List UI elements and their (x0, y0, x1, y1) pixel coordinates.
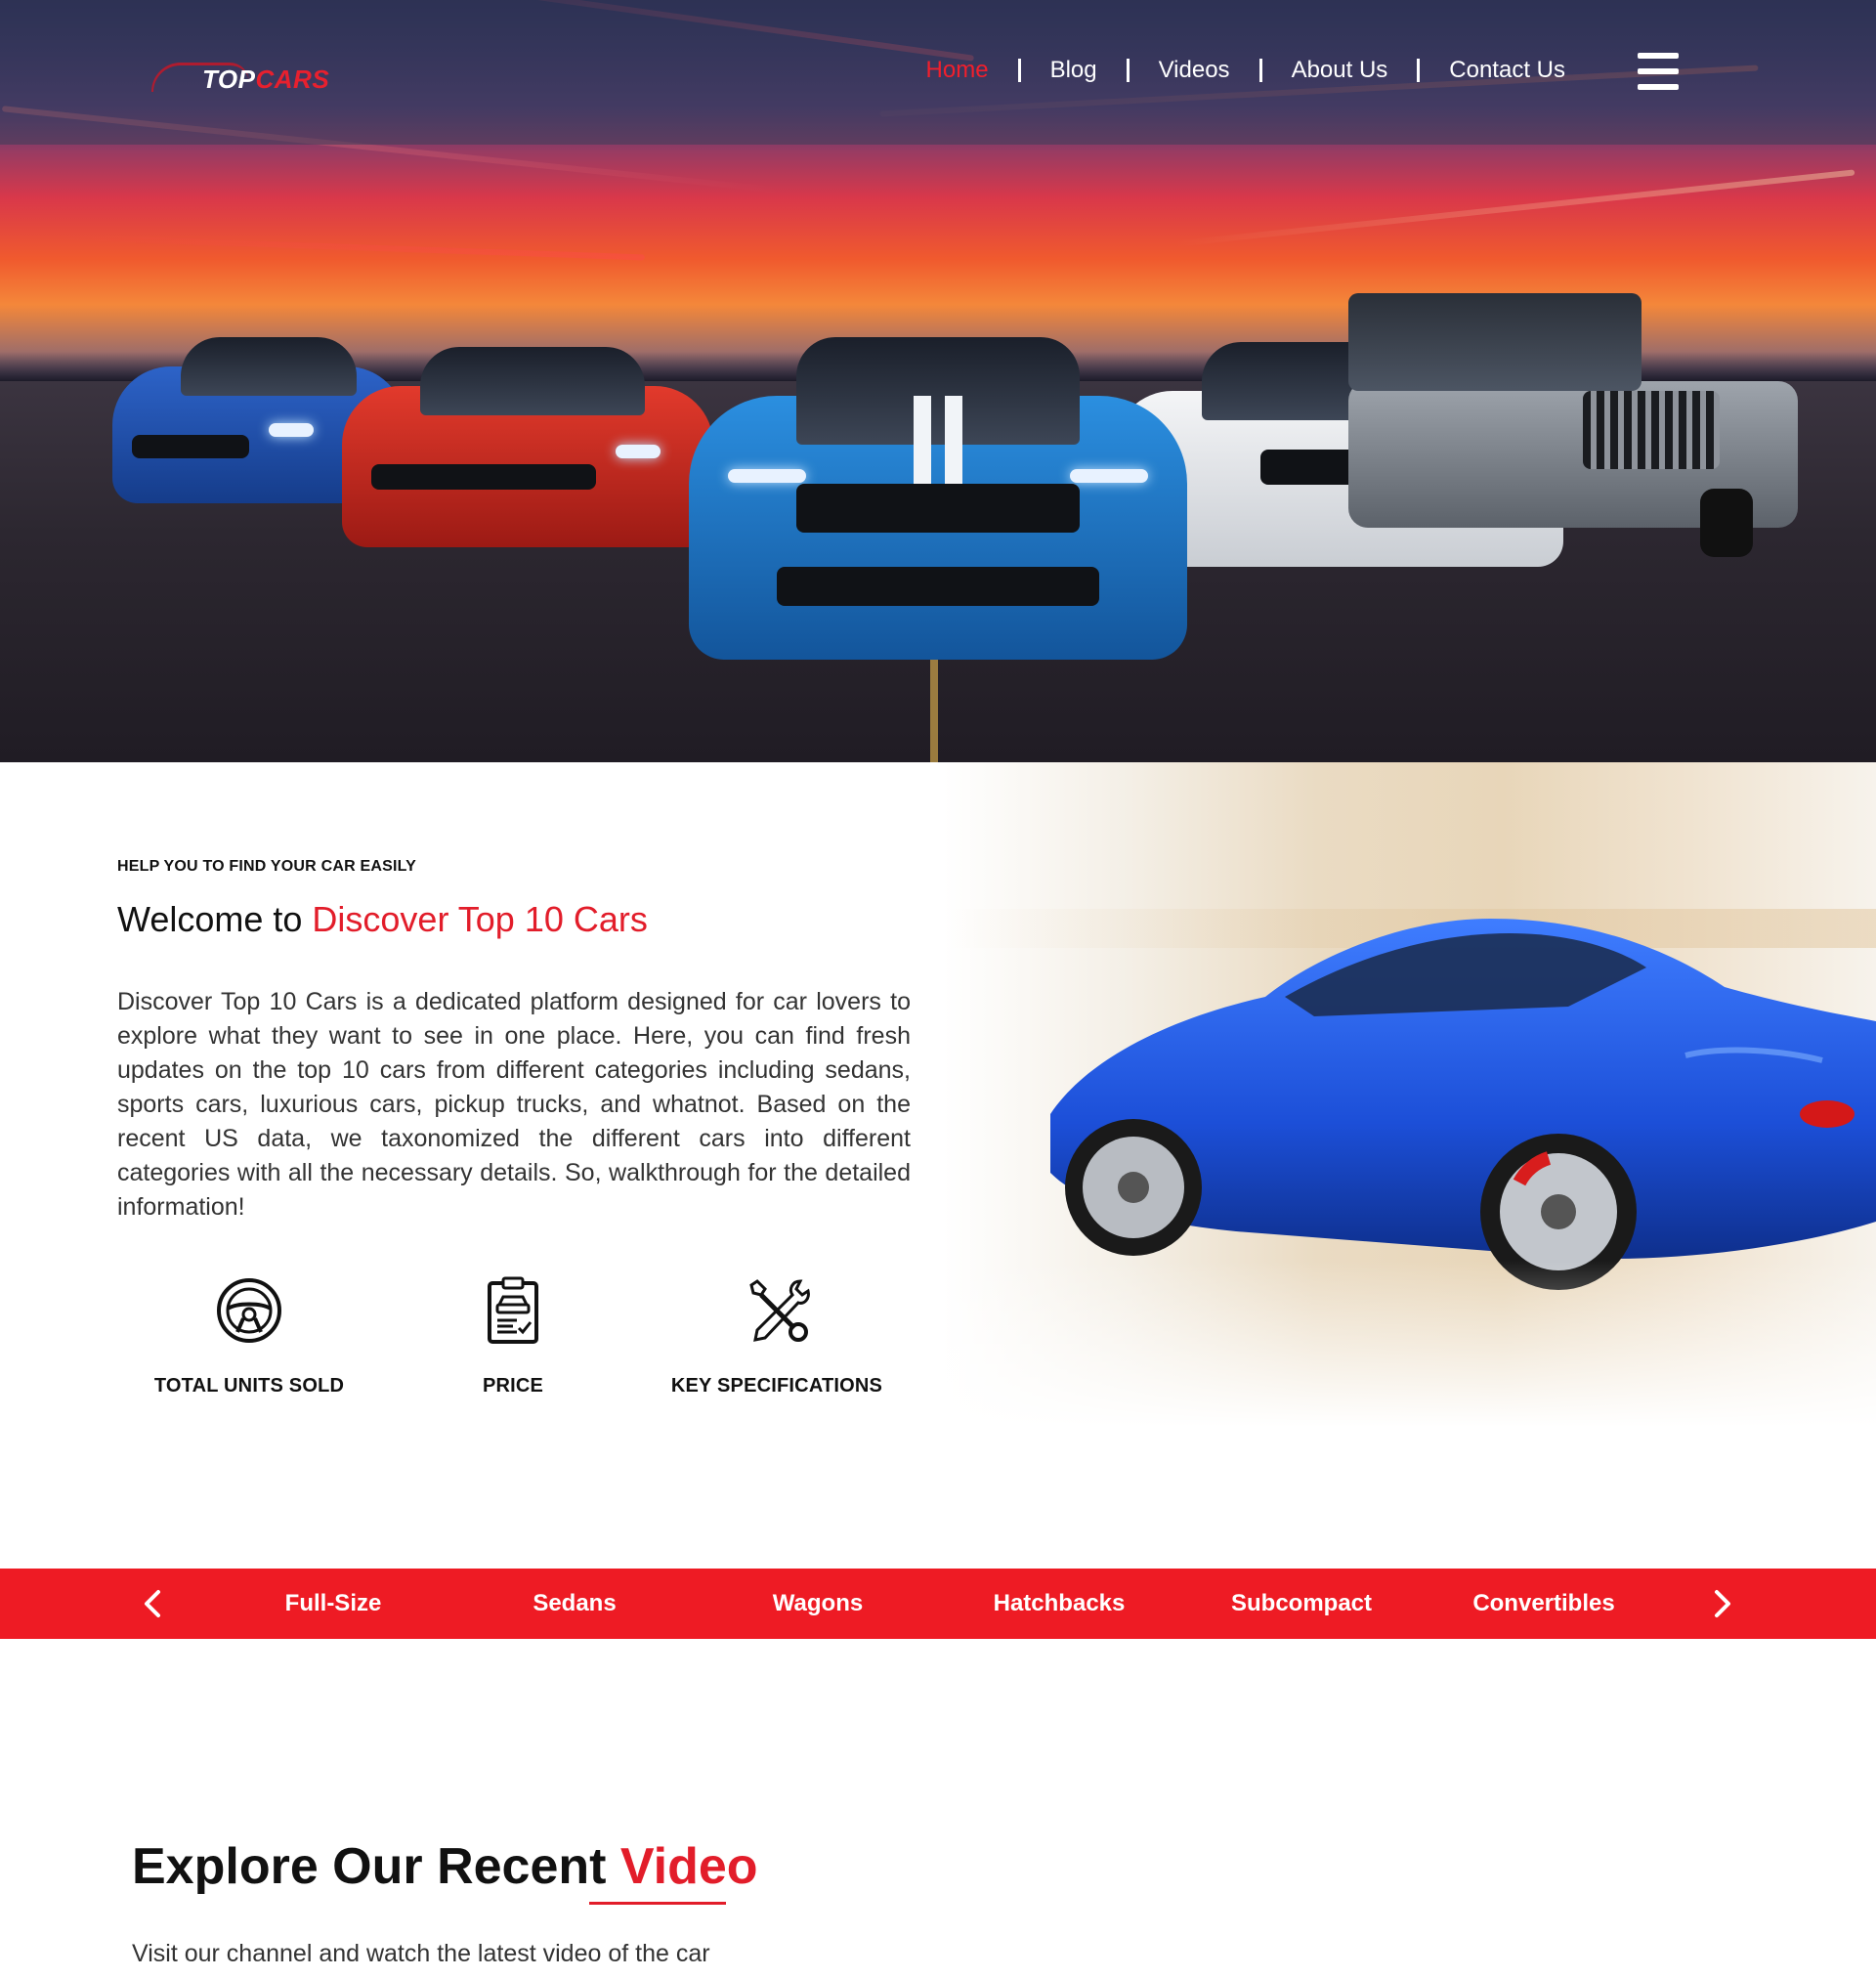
sky-streak (1173, 169, 1855, 247)
car-red-camaro (342, 347, 713, 552)
feature-label: KEY SPECIFICATIONS (670, 1375, 883, 1397)
nav-contact-us[interactable]: Contact Us (1449, 57, 1565, 84)
car-grey-jeep (1329, 293, 1798, 557)
explore-title-underline (589, 1902, 726, 1905)
welcome-title-prefix: Welcome to (117, 899, 313, 939)
main-nav: Home Blog Videos About Us Contact Us (926, 57, 1565, 84)
nav-separator (1126, 59, 1130, 82)
hero-banner: TOPCARS Home Blog Videos About Us Contac… (0, 0, 1876, 762)
explore-video-title: Explore Our Recent Video (132, 1837, 758, 1896)
nav-separator (1258, 59, 1262, 82)
sports-car-image (943, 762, 1876, 1427)
welcome-section: HELP YOU TO FIND YOUR CAR EASILY Welcome… (0, 762, 1876, 1569)
logo-text-cars: CARS (255, 64, 330, 94)
category-wagons[interactable]: Wagons (710, 1590, 925, 1617)
feature-label: TOTAL UNITS SOLD (153, 1375, 345, 1397)
feature-key-specifications: KEY SPECIFICATIONS (650, 1275, 904, 1398)
feature-total-units-sold: TOTAL UNITS SOLD (122, 1275, 376, 1398)
hamburger-menu-icon[interactable] (1638, 53, 1679, 90)
explore-title-accent: Video (619, 1838, 758, 1895)
nav-home[interactable]: Home (926, 57, 989, 84)
welcome-eyebrow: HELP YOU TO FIND YOUR CAR EASILY (117, 858, 417, 875)
category-convertibles[interactable]: Convertibles (1436, 1590, 1651, 1617)
explore-title-prefix: Explore Our Recent (132, 1838, 620, 1895)
feature-label: PRICE (482, 1375, 544, 1397)
category-full-size[interactable]: Full-Size (226, 1590, 441, 1617)
nav-videos[interactable]: Videos (1159, 57, 1230, 84)
steering-wheel-icon (214, 1275, 284, 1346)
feature-price: PRICE (386, 1275, 640, 1398)
category-hatchbacks[interactable]: Hatchbacks (952, 1590, 1167, 1617)
welcome-title: Welcome to Discover Top 10 Cars (117, 899, 648, 940)
logo-text: TOPCARS (202, 64, 329, 95)
category-subcompact[interactable]: Subcompact (1194, 1590, 1409, 1617)
road-line (930, 645, 938, 762)
car-blue-mustang-front (689, 337, 1187, 660)
sky-streak (59, 234, 645, 261)
site-logo[interactable]: TOPCARS (151, 57, 337, 100)
category-sedans[interactable]: Sedans (467, 1590, 682, 1617)
nav-separator (1017, 59, 1021, 82)
chevron-left-icon[interactable] (135, 1586, 170, 1621)
category-carousel: Full-Size Sedans Wagons Hatchbacks Subco… (0, 1569, 1876, 1639)
nav-about-us[interactable]: About Us (1292, 57, 1388, 84)
price-clipboard-icon (478, 1275, 548, 1346)
wrench-screwdriver-icon (742, 1275, 812, 1346)
welcome-title-accent: Discover Top 10 Cars (312, 899, 648, 939)
chevron-right-icon[interactable] (1705, 1586, 1740, 1621)
explore-subtitle: Visit our channel and watch the latest v… (132, 1940, 710, 1967)
welcome-description: Discover Top 10 Cars is a dedicated plat… (117, 988, 911, 1221)
nav-separator (1417, 59, 1421, 82)
nav-blog[interactable]: Blog (1050, 57, 1097, 84)
logo-text-top: TOP (202, 64, 256, 94)
